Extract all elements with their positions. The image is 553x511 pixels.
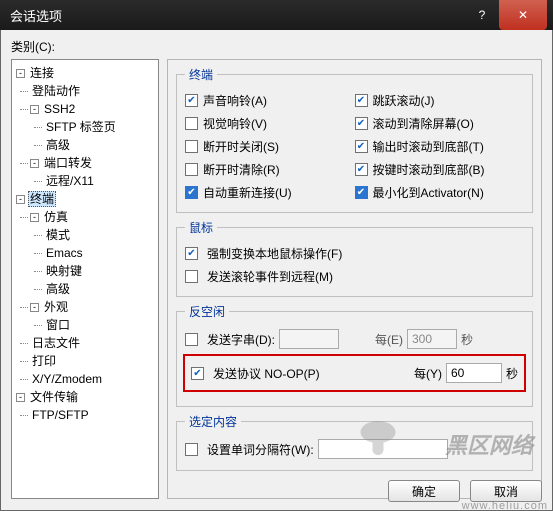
expand-icon[interactable]: - (30, 159, 39, 168)
input-idle-e[interactable] (407, 329, 457, 349)
expand-icon[interactable]: - (16, 195, 25, 204)
settings-panel: 终端 声音响铃(A) 跳跃滚动(J) 视觉响铃(V) 滚动到清除屏幕(O) 断开… (167, 59, 542, 499)
cancel-button[interactable]: 取消 (470, 480, 542, 502)
label-scroll-bottom-out: 输出时滚动到底部(T) (373, 138, 484, 155)
input-idle-string[interactable] (279, 329, 339, 349)
tree-emacs[interactable]: Emacs (44, 246, 85, 260)
label-sec2: 秒 (506, 365, 518, 382)
label-clear-on-disc: 断开时清除(R) (203, 161, 280, 178)
tree-xyz[interactable]: X/Y/Zmodem (30, 372, 104, 386)
label-clear-on-scroll: 滚动到清除屏幕(O) (373, 115, 474, 132)
label-every-y: 每(Y) (414, 365, 442, 382)
checkbox-auto-reconnect[interactable] (185, 186, 198, 199)
group-anti-idle: 反空闲 发送字串(D): 每(E) 秒 发送协议 NO-OP(P) (176, 303, 533, 407)
group-mouse: 鼠标 强制变换本地鼠标操作(F) 发送滚轮事件到远程(M) (176, 219, 533, 297)
tree-terminal[interactable]: 终端 (28, 191, 56, 207)
group-terminal: 终端 声音响铃(A) 跳跃滚动(J) 视觉响铃(V) 滚动到清除屏幕(O) 断开… (176, 66, 533, 213)
label-scroll-bottom-key: 按键时滚动到底部(B) (373, 161, 485, 178)
tree-connection[interactable]: 连接 (28, 66, 56, 80)
tree-remote-x11[interactable]: 远程/X11 (44, 174, 96, 188)
checkbox-min-activator[interactable] (355, 186, 368, 199)
tree-printing[interactable]: 打印 (30, 354, 58, 368)
tree-logon[interactable]: 登陆动作 (30, 84, 82, 98)
category-tree[interactable]: -连接 登陆动作 -SSH2 SFTP 标签页 高级 -端口转发 远程/X11 (11, 59, 159, 499)
tree-advanced[interactable]: 高级 (44, 138, 72, 152)
watermark-url: www.heliu.com (462, 500, 548, 511)
label-audio-bell: 声音响铃(A) (203, 92, 267, 109)
expand-icon[interactable]: - (30, 105, 39, 114)
label-sec1: 秒 (461, 331, 473, 348)
tree-logfile[interactable]: 日志文件 (30, 336, 82, 350)
checkbox-scroll-bottom-out[interactable] (355, 140, 368, 153)
checkbox-close-on-disc[interactable] (185, 140, 198, 153)
label-auto-reconnect: 自动重新连接(U) (203, 184, 292, 201)
expand-icon[interactable]: - (30, 213, 39, 222)
legend-mouse: 鼠标 (185, 219, 217, 236)
label-visual-bell: 视觉响铃(V) (203, 115, 267, 132)
label-send-string: 发送字串(D): (207, 331, 275, 348)
checkbox-jump-scroll[interactable] (355, 94, 368, 107)
label-min-activator: 最小化到Activator(N) (373, 184, 484, 201)
tree-advanced[interactable]: 高级 (44, 282, 72, 296)
tree-ftp-sftp[interactable]: FTP/SFTP (30, 408, 91, 422)
category-label: 类别(C): (11, 38, 542, 55)
legend-anti-idle: 反空闲 (185, 303, 229, 320)
checkbox-visual-bell[interactable] (185, 117, 198, 130)
legend-terminal: 终端 (185, 66, 217, 83)
tree-file-transfer[interactable]: 文件传输 (28, 390, 80, 404)
checkbox-send-wheel-remote[interactable] (185, 270, 198, 283)
input-word-delim[interactable] (318, 439, 448, 459)
label-jump-scroll: 跳跃滚动(J) (373, 92, 435, 109)
highlighted-option: 发送协议 NO-OP(P) 每(Y) 秒 (183, 354, 526, 392)
label-word-delim: 设置单词分隔符(W): (207, 441, 314, 458)
close-button[interactable]: ✕ (499, 0, 547, 30)
tree-modes[interactable]: 模式 (44, 228, 72, 242)
titlebar: 会话选项 ? ✕ (0, 0, 553, 30)
expand-icon[interactable]: - (16, 69, 25, 78)
checkbox-send-noop[interactable] (191, 367, 204, 380)
tree-emulation[interactable]: 仿真 (42, 210, 70, 224)
tree-keymap[interactable]: 映射键 (44, 264, 84, 278)
label-send-noop: 发送协议 NO-OP(P) (213, 365, 320, 382)
expand-icon[interactable]: - (30, 303, 39, 312)
checkbox-clear-on-scroll[interactable] (355, 117, 368, 130)
tree-window[interactable]: 窗口 (44, 318, 72, 332)
tree-port-fwd[interactable]: 端口转发 (42, 156, 94, 170)
label-every-e: 每(E) (375, 331, 403, 348)
checkbox-audio-bell[interactable] (185, 94, 198, 107)
checkbox-send-string[interactable] (185, 333, 198, 346)
input-noop-y[interactable] (446, 363, 502, 383)
checkbox-clear-on-disc[interactable] (185, 163, 198, 176)
help-button[interactable]: ? (465, 0, 499, 30)
group-selection: 选定内容 设置单词分隔符(W): (176, 413, 533, 471)
window-title: 会话选项 (10, 6, 465, 25)
label-send-wheel-remote: 发送滚轮事件到远程(M) (207, 268, 333, 285)
tree-appearance[interactable]: 外观 (42, 300, 70, 314)
legend-selection: 选定内容 (185, 413, 241, 430)
label-close-on-disc: 断开时关闭(S) (203, 138, 279, 155)
ok-button[interactable]: 确定 (388, 480, 460, 502)
checkbox-word-delim[interactable] (185, 443, 198, 456)
checkbox-force-local-cursor[interactable] (185, 247, 198, 260)
tree-ssh2[interactable]: SSH2 (42, 102, 77, 116)
expand-icon[interactable]: - (16, 393, 25, 402)
tree-sftp-tab[interactable]: SFTP 标签页 (44, 120, 118, 134)
label-force-local-cursor: 强制变换本地鼠标操作(F) (207, 245, 342, 262)
checkbox-scroll-bottom-key[interactable] (355, 163, 368, 176)
